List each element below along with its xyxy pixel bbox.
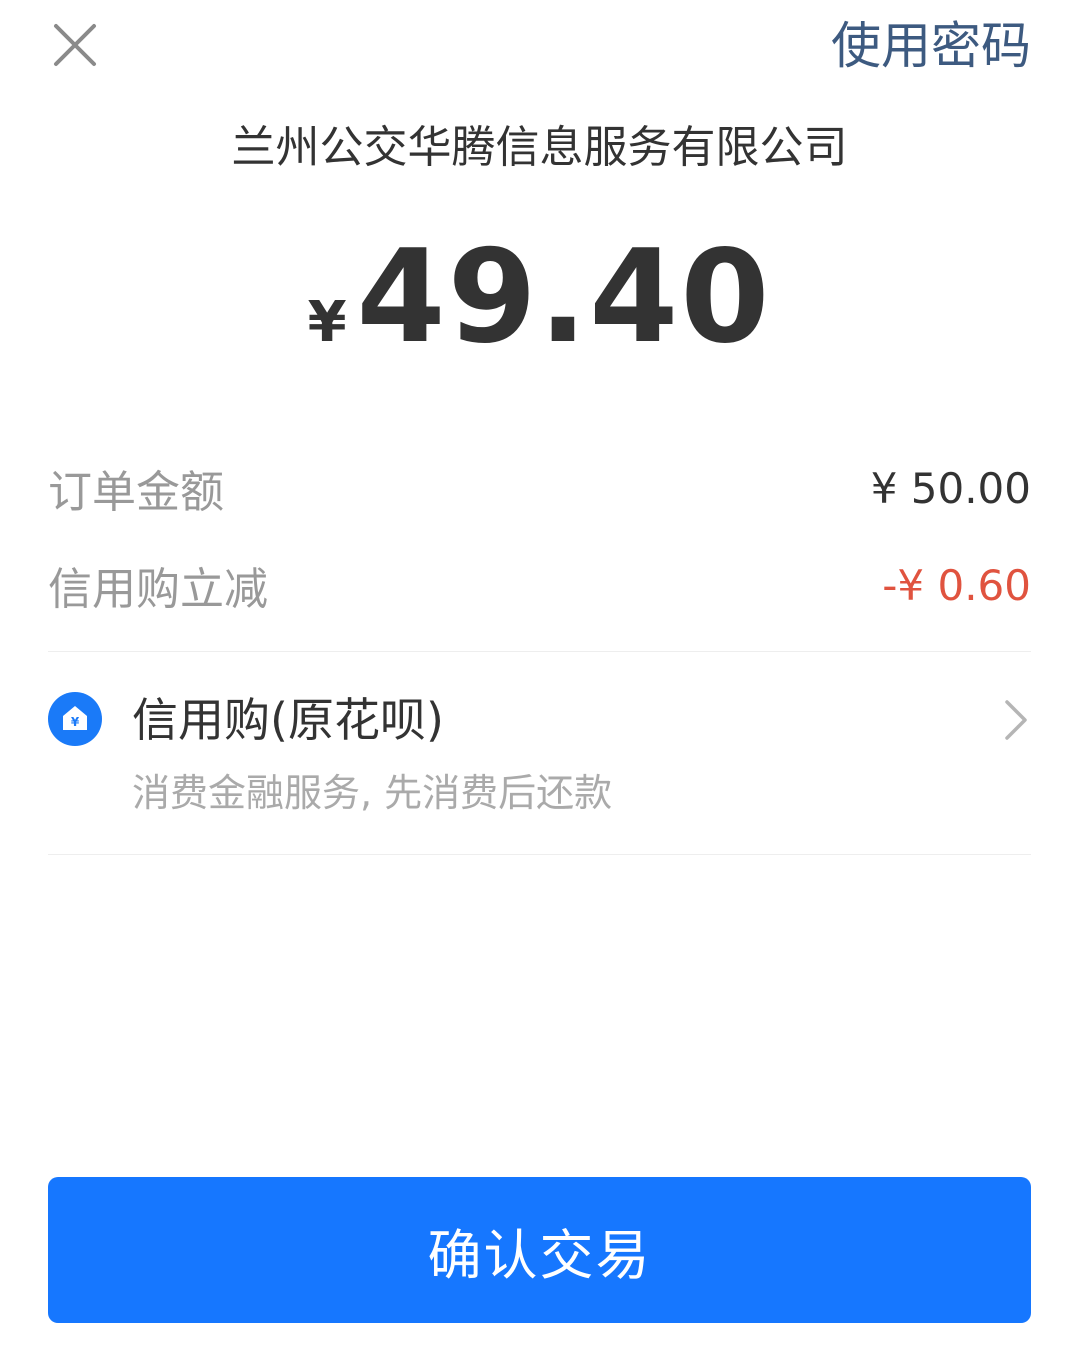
credit-purchase-icon: ¥	[48, 692, 102, 746]
payment-confirm-sheet: 使用密码 兰州公交华腾信息服务有限公司 ¥49.40 订单金额 ¥ 50.00 …	[0, 0, 1079, 1369]
discount-row: 信用购立减 -¥ 0.60	[48, 553, 1031, 617]
close-icon	[50, 20, 100, 70]
order-amount-row: 订单金额 ¥ 50.00	[48, 456, 1031, 520]
divider	[48, 854, 1031, 855]
merchant-name: 兰州公交华腾信息服务有限公司	[231, 122, 848, 173]
chevron-right-icon	[1001, 698, 1031, 742]
confirm-transaction-button[interactable]: 确认交易	[48, 1177, 1031, 1323]
svg-text:¥: ¥	[71, 715, 80, 729]
payment-amount: ¥49.40	[0, 228, 1079, 406]
order-amount-label: 订单金额	[48, 467, 224, 518]
divider	[48, 651, 1031, 652]
payment-method-selector[interactable]: ¥ 信用购(原花呗) 消费金融服务, 先消费后还款	[48, 680, 1031, 830]
payment-method-subtitle: 消费金融服务, 先消费后还款	[132, 771, 613, 815]
order-amount-value: ¥ 50.00	[870, 463, 1031, 513]
discount-label: 信用购立减	[48, 564, 268, 615]
use-password-link[interactable]: 使用密码	[831, 16, 1031, 76]
discount-value: -¥ 0.60	[882, 560, 1031, 610]
amount-currency: ¥	[307, 290, 347, 355]
amount-value: 49.40	[356, 223, 772, 372]
close-button[interactable]	[50, 20, 100, 70]
payment-method-title: 信用购(原花呗)	[132, 693, 444, 747]
